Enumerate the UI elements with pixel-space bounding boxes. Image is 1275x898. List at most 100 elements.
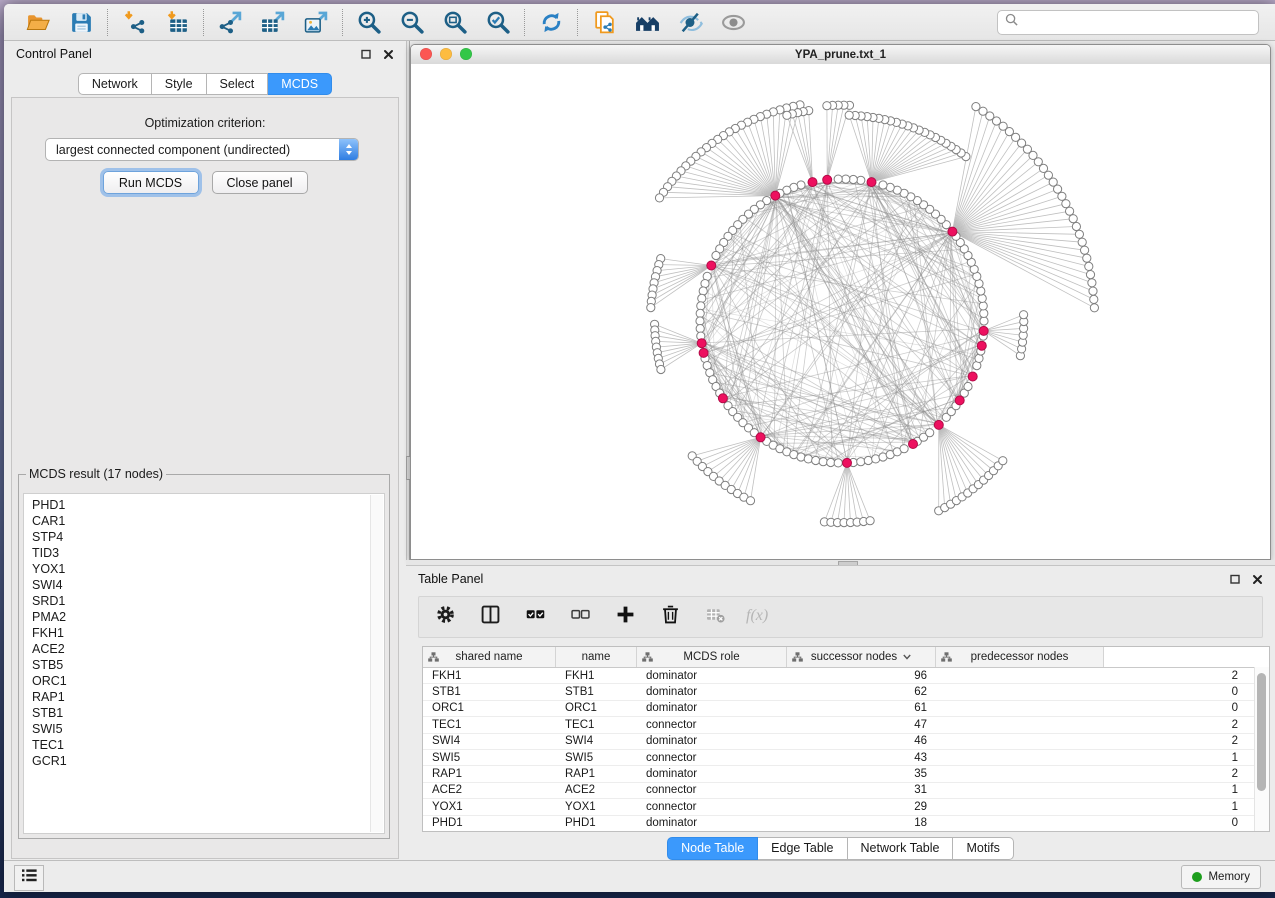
table-row[interactable]: STB1STB1dominator620 <box>423 684 1269 700</box>
result-node-item[interactable]: ACE2 <box>24 641 384 657</box>
table-row[interactable]: TEC1TEC1connector472 <box>423 717 1269 733</box>
table-scrollbar[interactable] <box>1254 667 1269 831</box>
table-cell: 1 <box>936 784 1247 796</box>
close-panel-icon[interactable] <box>382 48 394 60</box>
table-scrollbar-thumb[interactable] <box>1257 673 1266 791</box>
result-node-item[interactable]: CAR1 <box>24 513 384 529</box>
column-header-shared-name[interactable]: shared name <box>423 647 556 667</box>
close-window-icon[interactable] <box>420 48 432 60</box>
table-row[interactable]: FKH1FKH1dominator962 <box>423 668 1269 684</box>
network-window-titlebar[interactable]: YPA_prune.txt_1 <box>411 45 1270 65</box>
float-panel-icon[interactable] <box>360 48 372 60</box>
table-panel-title: Table Panel <box>418 572 483 586</box>
memory-button[interactable]: Memory <box>1181 865 1261 889</box>
table-row[interactable]: ORC1ORC1dominator610 <box>423 701 1269 717</box>
export-table-button[interactable] <box>260 9 286 35</box>
column-menu-icon[interactable] <box>903 651 911 663</box>
table-mode-button[interactable] <box>434 606 456 628</box>
tab-motifs[interactable]: Motifs <box>953 837 1013 860</box>
hide-selected-button[interactable] <box>677 9 703 35</box>
result-node-item[interactable]: SRD1 <box>24 593 384 609</box>
export-network-button[interactable] <box>217 9 243 35</box>
minimize-window-icon[interactable] <box>440 48 452 60</box>
table-cell: 0 <box>936 817 1247 829</box>
result-node-item[interactable]: SWI4 <box>24 577 384 593</box>
tab-select[interactable]: Select <box>207 73 269 95</box>
control-panel: Control Panel NetworkStyleSelectMCDS Opt… <box>4 41 406 860</box>
tab-mcds[interactable]: MCDS <box>268 73 332 95</box>
new-network-from-selection-button[interactable] <box>591 9 617 35</box>
table-row[interactable]: YOX1YOX1connector291 <box>423 799 1269 815</box>
result-node-item[interactable]: ORC1 <box>24 673 384 689</box>
close-table-panel-icon[interactable] <box>1251 573 1263 585</box>
table-row[interactable]: PHD1PHD1dominator180 <box>423 816 1269 832</box>
table-cell: RAP1 <box>423 768 556 780</box>
show-columns-button[interactable] <box>479 606 501 628</box>
show-all-button[interactable] <box>720 9 746 35</box>
zoom-fit-button[interactable] <box>442 9 468 35</box>
search-input[interactable] <box>1022 14 1251 30</box>
result-node-item[interactable]: STB5 <box>24 657 384 673</box>
import-network-button[interactable] <box>121 9 147 35</box>
table-toolbar: f(x) <box>418 596 1263 638</box>
save-session-button[interactable] <box>68 9 94 35</box>
search-box[interactable] <box>997 10 1259 35</box>
maximize-window-icon[interactable] <box>460 48 472 60</box>
result-node-item[interactable]: GCR1 <box>24 753 384 769</box>
column-header-MCDS-role[interactable]: MCDS role <box>637 647 787 667</box>
network-view-window: YPA_prune.txt_1 <box>410 44 1271 560</box>
window-controls <box>420 48 472 60</box>
gear-icon <box>436 605 455 629</box>
zoom-in-button[interactable] <box>356 9 382 35</box>
result-node-item[interactable]: TEC1 <box>24 737 384 753</box>
result-node-item[interactable]: STB1 <box>24 705 384 721</box>
tab-style[interactable]: Style <box>152 73 207 95</box>
table-row[interactable]: ACE2ACE2connector311 <box>423 783 1269 799</box>
result-node-item[interactable]: FKH1 <box>24 625 384 641</box>
import-table-button[interactable] <box>164 9 190 35</box>
zoom-selected-button[interactable] <box>485 9 511 35</box>
tab-network[interactable]: Network <box>78 73 152 95</box>
tab-network-table[interactable]: Network Table <box>848 837 954 860</box>
apply-preferred-layout-button[interactable] <box>538 9 564 35</box>
close-panel-button[interactable]: Close panel <box>212 171 308 194</box>
create-column-button[interactable] <box>614 606 636 628</box>
select-all-rows-button[interactable] <box>524 606 546 628</box>
memory-label: Memory <box>1208 871 1250 883</box>
table-row[interactable]: SWI5SWI5connector431 <box>423 750 1269 766</box>
result-node-item[interactable]: PHD1 <box>24 497 384 513</box>
result-node-item[interactable]: RAP1 <box>24 689 384 705</box>
table-cell: 29 <box>787 801 936 813</box>
column-header-predecessor-nodes[interactable]: predecessor nodes <box>936 647 1104 667</box>
deselect-all-rows-button[interactable] <box>569 606 591 628</box>
run-mcds-button[interactable]: Run MCDS <box>103 171 199 194</box>
result-node-item[interactable]: YOX1 <box>24 561 384 577</box>
table-cell: 35 <box>787 768 936 780</box>
table-cell: TEC1 <box>423 719 556 731</box>
task-history-button[interactable] <box>14 865 44 891</box>
table-row[interactable]: SWI4SWI4dominator462 <box>423 734 1269 750</box>
result-node-item[interactable]: STP4 <box>24 529 384 545</box>
optimization-criterion-select[interactable]: largest connected component (undirected) <box>45 138 359 161</box>
result-list-scrollbar[interactable] <box>370 495 383 832</box>
tab-node-table[interactable]: Node Table <box>667 837 758 860</box>
toolbar-groups <box>12 9 759 36</box>
table-row[interactable]: RAP1RAP1dominator352 <box>423 766 1269 782</box>
zoom-out-button[interactable] <box>399 9 425 35</box>
column-header-successor-nodes[interactable]: successor nodes <box>787 647 936 667</box>
result-node-item[interactable]: TID3 <box>24 545 384 561</box>
control-panel-titlebar: Control Panel <box>4 41 406 67</box>
tab-edge-table[interactable]: Edge Table <box>758 837 847 860</box>
export-image-button[interactable] <box>303 9 329 35</box>
columns-icon <box>481 605 500 629</box>
delete-columns-button[interactable] <box>659 606 681 628</box>
result-node-item[interactable]: SWI5 <box>24 721 384 737</box>
mcds-panel: Optimization criterion: largest connecte… <box>11 97 399 859</box>
first-neighbors-button[interactable] <box>634 9 660 35</box>
network-canvas[interactable] <box>411 64 1270 559</box>
result-node-item[interactable]: PMA2 <box>24 609 384 625</box>
table-cell: YOX1 <box>423 801 556 813</box>
column-header-name[interactable]: name <box>556 647 637 667</box>
float-table-panel-icon[interactable] <box>1229 573 1241 585</box>
open-session-button[interactable] <box>25 9 51 35</box>
